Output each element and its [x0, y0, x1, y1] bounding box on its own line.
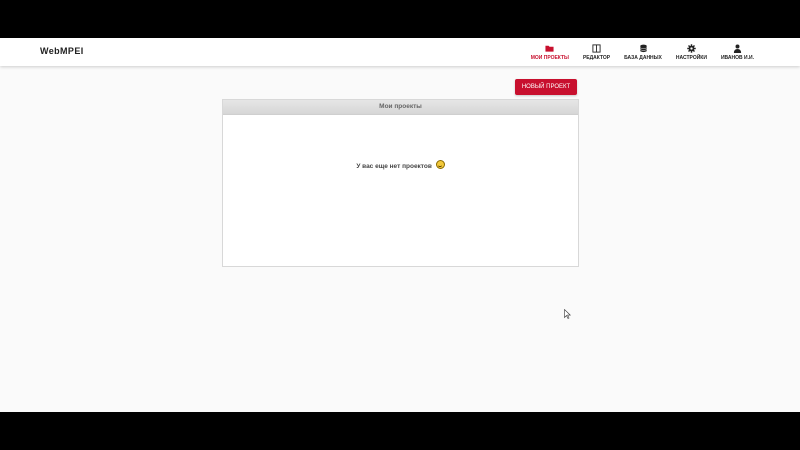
panel-title: Мои проекты: [223, 100, 578, 115]
nav-label-database: БАЗА ДАННЫХ: [624, 55, 662, 61]
nav-label-settings: НАСТРОЙКИ: [675, 55, 707, 61]
nav-label-editor: РЕДАКТОР: [582, 55, 611, 61]
brand-logo[interactable]: WebMPEI: [40, 46, 84, 56]
nav-item-settings[interactable]: НАСТРОЙКИ: [676, 44, 707, 61]
empty-message: У вас еще нет проектов: [356, 163, 432, 170]
empty-state: У вас еще нет проектов: [223, 160, 578, 170]
user-icon: [733, 44, 742, 53]
nav-item-database[interactable]: БАЗА ДАННЫХ: [624, 44, 662, 61]
top-navbar: WebMPEI МОИ ПРОЕКТЫ РЕДАКТОР БАЗА ДАННЫХ…: [0, 38, 800, 66]
smile-icon: [435, 160, 445, 169]
nav-item-editor[interactable]: РЕДАКТОР: [583, 44, 610, 61]
mouse-cursor-icon: [564, 309, 571, 319]
nav-menu: МОИ ПРОЕКТЫ РЕДАКТОР БАЗА ДАННЫХ НАСТРОЙ…: [517, 44, 754, 61]
nav-label-my-projects: МОИ ПРОЕКТЫ: [530, 55, 569, 61]
gear-icon: [687, 44, 696, 53]
database-icon: [639, 44, 647, 53]
app-viewport: WebMPEI МОИ ПРОЕКТЫ РЕДАКТОР БАЗА ДАННЫХ…: [0, 38, 800, 412]
editor-icon: [592, 44, 601, 53]
projects-panel: Мои проекты У вас еще нет проектов: [222, 99, 579, 267]
nav-item-my-projects[interactable]: МОИ ПРОЕКТЫ: [531, 44, 569, 61]
folder-icon: [545, 45, 554, 52]
new-project-button[interactable]: НОВЫЙ ПРОЕКТ: [515, 79, 577, 95]
nav-label-user: ИВАНОВ И.И.: [720, 55, 754, 61]
nav-item-user[interactable]: ИВАНОВ И.И.: [721, 44, 754, 61]
